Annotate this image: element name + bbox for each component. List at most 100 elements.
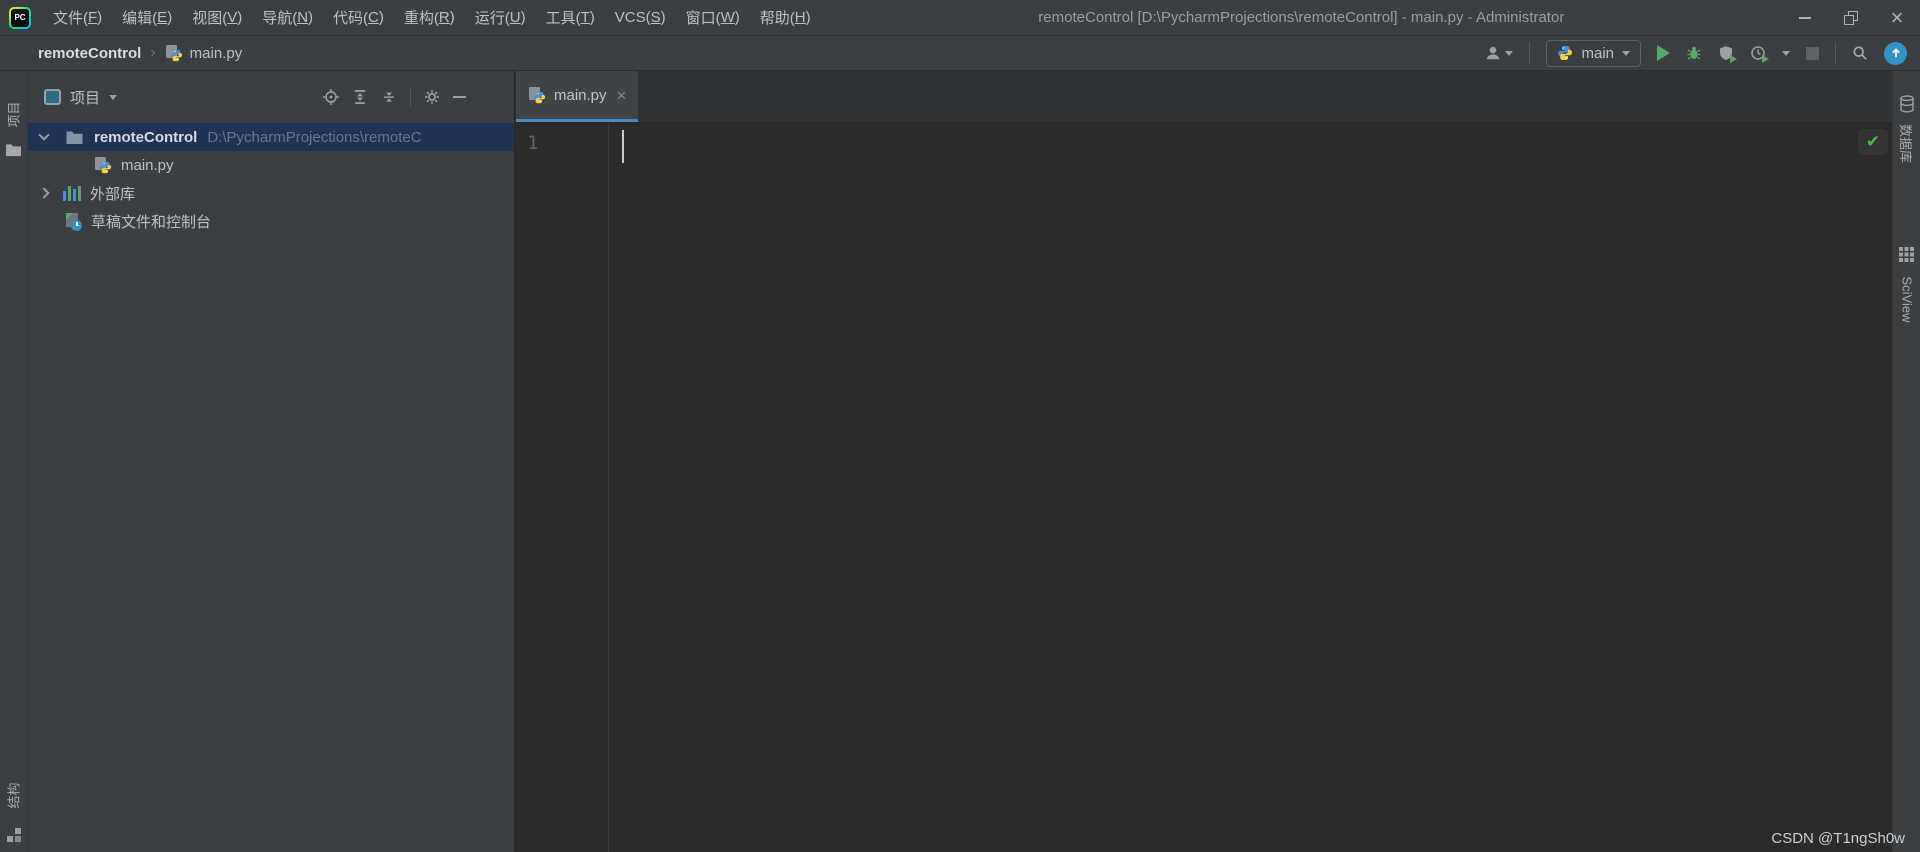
sciview-stripe-label: SciView	[1899, 275, 1915, 323]
collapse-all-button[interactable]	[381, 89, 397, 105]
tree-root-path: D:\PycharmProjections\remoteC	[207, 128, 422, 146]
pycharm-logo-icon: PC	[9, 6, 31, 29]
tree-row-scratches[interactable]: 草稿文件和控制台	[28, 207, 514, 235]
tree-row-project-root[interactable]: remoteControl D:\PycharmProjections\remo…	[28, 123, 514, 151]
project-view-icon	[44, 89, 61, 105]
project-tool-window-button[interactable]: 项目	[0, 93, 27, 157]
menu-refactor[interactable]: 重构(R)	[394, 0, 465, 35]
minimize-icon	[1799, 16, 1811, 19]
run-configuration-label: main	[1581, 44, 1614, 62]
tab-close-button[interactable]: ×	[617, 87, 627, 104]
python-file-icon	[165, 45, 183, 62]
menu-bar: 文件(F) 编辑(E) 视图(V) 导航(N) 代码(C) 重构(R) 运行(U…	[43, 0, 821, 35]
project-panel: 项目 remoteControl D:\PycharmProjections\r…	[28, 71, 514, 852]
tab-main-py[interactable]: main.py ×	[516, 71, 639, 122]
menu-help[interactable]: 帮助(H)	[750, 0, 821, 35]
debug-button[interactable]	[1686, 45, 1702, 61]
line-number: 1	[527, 132, 539, 154]
right-tool-stripe: 数据库 SciView	[1892, 71, 1920, 852]
mini-play-icon	[1762, 55, 1769, 63]
text-caret	[622, 130, 624, 163]
chevron-down-icon[interactable]	[38, 129, 50, 141]
sciview-tool-window-button[interactable]: SciView	[1893, 247, 1920, 330]
left-tool-stripe: 项目 结构	[0, 71, 28, 852]
mini-play-icon	[1730, 55, 1737, 63]
project-panel-title[interactable]: 项目	[70, 87, 100, 108]
title-bar: PC 文件(F) 编辑(E) 视图(V) 导航(N) 代码(C) 重构(R) 运…	[0, 0, 1920, 36]
folder-icon	[6, 144, 21, 157]
stop-button[interactable]	[1806, 46, 1819, 60]
python-file-icon	[528, 87, 546, 104]
menu-navigate[interactable]: 导航(N)	[252, 0, 323, 35]
tree-file-name: main.py	[121, 156, 174, 174]
hide-panel-button[interactable]	[453, 96, 466, 98]
tree-libraries-name: 外部库	[90, 185, 136, 203]
menu-code[interactable]: 代码(C)	[323, 0, 394, 35]
chevron-down-icon[interactable]	[109, 94, 118, 100]
run-button[interactable]	[1657, 45, 1670, 61]
database-stripe-label: 数据库	[1898, 123, 1914, 163]
tree-row-main-py[interactable]: main.py	[28, 151, 514, 179]
menu-file[interactable]: 文件(F)	[43, 0, 112, 35]
user-menu-button[interactable]	[1485, 45, 1514, 61]
grid-icon	[1899, 247, 1914, 262]
python-icon	[1558, 46, 1573, 60]
profiler-button[interactable]	[1750, 45, 1769, 63]
settings-gear-icon[interactable]	[424, 89, 440, 105]
update-notification-button[interactable]	[1884, 41, 1907, 65]
menu-run[interactable]: 运行(U)	[465, 0, 536, 35]
toolbar-separator	[410, 88, 411, 106]
editor-tab-bar: main.py ×	[515, 71, 1892, 123]
chevron-down-icon	[1622, 50, 1630, 56]
code-editor[interactable]: 1 ✔	[515, 123, 1892, 852]
chevron-down-icon	[1505, 50, 1514, 56]
minimize-button[interactable]	[1782, 0, 1828, 35]
run-configuration-select[interactable]: main	[1546, 39, 1641, 67]
chevron-right-icon[interactable]	[38, 187, 50, 199]
search-everywhere-button[interactable]	[1852, 45, 1868, 61]
scratches-icon	[64, 212, 82, 231]
structure-tool-window-button[interactable]: 结构	[0, 774, 27, 842]
tool-window-switcher-icon[interactable]	[6, 828, 21, 842]
navigation-bar: remoteControl › main.py main	[0, 36, 1920, 71]
breadcrumb-file[interactable]: main.py	[190, 45, 243, 62]
project-tree: remoteControl D:\PycharmProjections\remo…	[28, 123, 514, 852]
toolbar-separator	[1835, 42, 1836, 64]
breadcrumb-separator-icon: ›	[150, 44, 156, 61]
tree-root-name: remoteControl	[94, 128, 198, 146]
run-with-coverage-button[interactable]	[1718, 45, 1737, 63]
menu-tools[interactable]: 工具(T)	[536, 0, 605, 35]
inspection-status-widget[interactable]: ✔	[1858, 129, 1888, 155]
project-stripe-label: 项目	[6, 100, 22, 128]
folder-icon	[66, 131, 83, 144]
locate-file-button[interactable]	[323, 89, 339, 105]
window-controls: ×	[1782, 0, 1920, 35]
menu-view[interactable]: 视图(V)	[182, 0, 252, 35]
menu-edit[interactable]: 编辑(E)	[112, 0, 182, 35]
tree-row-external-libraries[interactable]: 外部库	[28, 179, 514, 207]
tab-label: main.py	[554, 86, 607, 104]
breadcrumb-project[interactable]: remoteControl	[38, 45, 141, 62]
check-icon: ✔	[1865, 132, 1881, 151]
restore-icon	[1844, 10, 1858, 25]
python-file-icon	[94, 157, 112, 174]
restore-button[interactable]	[1828, 0, 1874, 35]
workspace: 项目 结构 项目 remoteControl D:\PycharmProject…	[0, 71, 1920, 852]
expand-all-button[interactable]	[352, 89, 368, 105]
editor-area: main.py × 1 ✔	[514, 71, 1892, 852]
more-run-options-button[interactable]	[1782, 50, 1790, 56]
arrow-up-icon	[1891, 48, 1900, 58]
structure-stripe-label: 结构	[6, 781, 22, 809]
editor-gutter: 1	[515, 123, 609, 852]
menu-window[interactable]: 窗口(W)	[676, 0, 750, 35]
project-panel-toolbar	[323, 88, 466, 106]
menu-vcs[interactable]: VCS(S)	[605, 0, 676, 35]
toolbar-separator	[1529, 42, 1531, 64]
user-icon	[1487, 46, 1500, 60]
database-icon	[1899, 95, 1914, 113]
toolbar-right: main	[1485, 39, 1907, 67]
close-button[interactable]: ×	[1874, 0, 1920, 35]
database-tool-window-button[interactable]: 数据库	[1893, 95, 1920, 169]
window-title: remoteControl [D:\PycharmProjections\rem…	[1038, 9, 1565, 26]
external-libraries-icon	[63, 185, 81, 201]
